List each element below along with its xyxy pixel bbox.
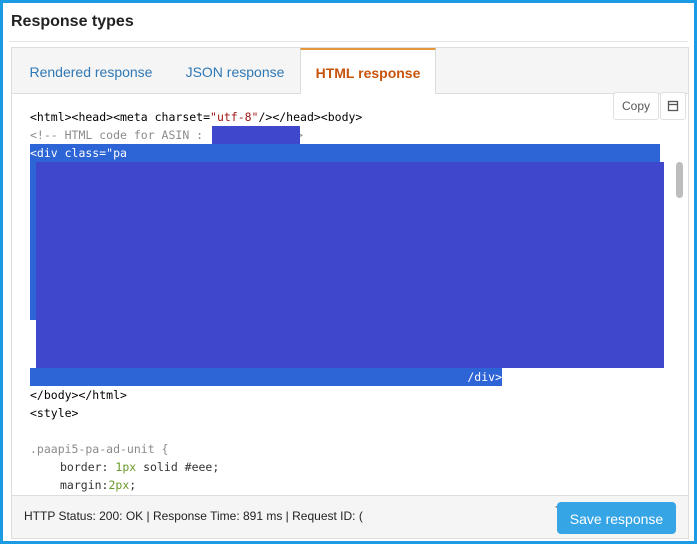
css-border-num: 1px [115, 460, 137, 474]
scrollbar-thumb[interactable] [676, 162, 683, 198]
title-divider [9, 41, 688, 42]
tab-bar: Rendered response JSON response HTML res… [12, 48, 688, 94]
status-bar: HTTP Status: 200: OK | Response Time: 89… [12, 495, 688, 538]
css-margin-end: ; [129, 478, 137, 492]
css-border-rest: solid #eee; [143, 460, 220, 474]
tab-json-response[interactable]: JSON response [170, 48, 300, 93]
save-response-button[interactable]: Save response [557, 502, 676, 534]
response-card: Rendered response JSON response HTML res… [11, 47, 689, 539]
css-border-prop: border: [60, 460, 109, 474]
window-icon [667, 100, 679, 112]
code-scrollbar[interactable] [674, 162, 684, 493]
code-line-css-selector: .paapi5-pa-ad-unit { [30, 442, 169, 456]
code-div-close: /div> [467, 370, 502, 384]
code-line-css-border: border: 1px solid #eee; [60, 458, 219, 476]
redacted-asin [212, 126, 300, 144]
code-line-div-close: /div> [30, 368, 502, 386]
code-line-body-close: </body></html> [30, 388, 127, 402]
code-line-css-margin: margin:2px; [60, 476, 136, 493]
code-head-close: /></head><body> [258, 110, 363, 124]
tab-html-response[interactable]: HTML response [300, 48, 436, 94]
code-comment-text: <!-- HTML code for ASIN : [30, 128, 204, 142]
code-line-style-open: <style> [30, 406, 79, 420]
panel-title: Response types [11, 13, 134, 30]
code-line-html-open: <html><head><meta charset="utf-8"/></hea… [30, 108, 362, 126]
code-viewer[interactable]: <html><head><meta charset="utf-8"/></hea… [12, 94, 688, 493]
copy-button[interactable]: Copy [613, 92, 659, 120]
css-margin-num: 2px [108, 478, 130, 492]
expand-button[interactable] [660, 92, 686, 120]
tab-rendered-response[interactable]: Rendered response [12, 48, 170, 93]
code-html-open: <html><head><meta charset= [30, 110, 211, 124]
redacted-code-block [36, 162, 664, 368]
code-div-class: <div class="pa [30, 146, 127, 160]
css-margin-prop: margin: [60, 478, 109, 492]
response-types-panel: Response types Rendered response JSON re… [0, 0, 697, 544]
code-line-selected-div: <div class="pa [30, 144, 660, 162]
code-charset-value: "utf-8" [210, 110, 259, 124]
status-text: HTTP Status: 200: OK | Response Time: 89… [24, 509, 363, 523]
